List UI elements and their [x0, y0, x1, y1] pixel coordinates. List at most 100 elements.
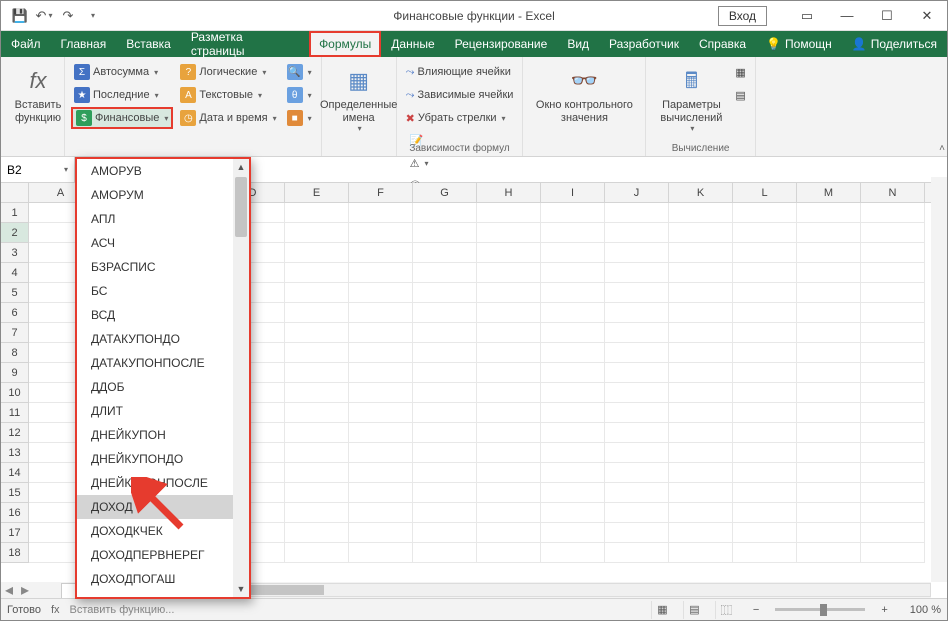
cell-E1[interactable]: [285, 203, 349, 223]
recent-button[interactable]: ★Последние▾: [71, 84, 173, 106]
cell-F13[interactable]: [349, 443, 413, 463]
cell-E17[interactable]: [285, 523, 349, 543]
row-header-14[interactable]: 14: [1, 463, 29, 483]
scroll-up-icon[interactable]: ▲: [233, 159, 249, 175]
cell-K14[interactable]: [669, 463, 733, 483]
cell-H14[interactable]: [477, 463, 541, 483]
cell-I1[interactable]: [541, 203, 605, 223]
cell-G5[interactable]: [413, 283, 477, 303]
row-header-9[interactable]: 9: [1, 363, 29, 383]
cell-G16[interactable]: [413, 503, 477, 523]
cell-E11[interactable]: [285, 403, 349, 423]
cell-E15[interactable]: [285, 483, 349, 503]
row-header-4[interactable]: 4: [1, 263, 29, 283]
col-header-L[interactable]: L: [733, 183, 797, 202]
undo-icon[interactable]: ↶▾: [33, 5, 55, 27]
cell-H17[interactable]: [477, 523, 541, 543]
cell-J5[interactable]: [605, 283, 669, 303]
cell-K18[interactable]: [669, 543, 733, 563]
cell-N12[interactable]: [861, 423, 925, 443]
cell-I15[interactable]: [541, 483, 605, 503]
cell-N4[interactable]: [861, 263, 925, 283]
scroll-thumb[interactable]: [235, 177, 247, 237]
cell-L5[interactable]: [733, 283, 797, 303]
insert-function-button[interactable]: fx Вставить функцию: [7, 61, 69, 128]
cell-N6[interactable]: [861, 303, 925, 323]
cell-G6[interactable]: [413, 303, 477, 323]
cell-J12[interactable]: [605, 423, 669, 443]
cell-J7[interactable]: [605, 323, 669, 343]
cell-K10[interactable]: [669, 383, 733, 403]
tab-help[interactable]: Справка: [689, 31, 756, 57]
financial-item-ДОХОДПЕРВНЕРЕГ[interactable]: ДОХОДПЕРВНЕРЕГ: [77, 543, 249, 567]
cell-H5[interactable]: [477, 283, 541, 303]
row-header-13[interactable]: 13: [1, 443, 29, 463]
zoom-in-icon[interactable]: +: [875, 604, 893, 616]
col-header-N[interactable]: N: [861, 183, 925, 202]
cell-L17[interactable]: [733, 523, 797, 543]
cell-G15[interactable]: [413, 483, 477, 503]
cell-J13[interactable]: [605, 443, 669, 463]
text-button[interactable]: AТекстовые▾: [177, 84, 279, 106]
cell-I3[interactable]: [541, 243, 605, 263]
cell-G10[interactable]: [413, 383, 477, 403]
cell-G1[interactable]: [413, 203, 477, 223]
cell-H4[interactable]: [477, 263, 541, 283]
col-header-E[interactable]: E: [285, 183, 349, 202]
calc-now-button[interactable]: ▦: [732, 61, 748, 83]
cell-G3[interactable]: [413, 243, 477, 263]
cell-E2[interactable]: [285, 223, 349, 243]
ribbon-options-icon[interactable]: ▭: [787, 1, 827, 31]
cell-I13[interactable]: [541, 443, 605, 463]
cell-E14[interactable]: [285, 463, 349, 483]
cell-L13[interactable]: [733, 443, 797, 463]
cell-H10[interactable]: [477, 383, 541, 403]
col-header-I[interactable]: I: [541, 183, 605, 202]
cell-L8[interactable]: [733, 343, 797, 363]
trace-dependents-button[interactable]: ⤳ Зависимые ячейки: [403, 84, 517, 106]
cell-H9[interactable]: [477, 363, 541, 383]
cell-G9[interactable]: [413, 363, 477, 383]
cell-G7[interactable]: [413, 323, 477, 343]
cell-F14[interactable]: [349, 463, 413, 483]
row-header-15[interactable]: 15: [1, 483, 29, 503]
cell-N15[interactable]: [861, 483, 925, 503]
cell-L1[interactable]: [733, 203, 797, 223]
cell-F1[interactable]: [349, 203, 413, 223]
cell-G17[interactable]: [413, 523, 477, 543]
financial-item-АМОРУМ[interactable]: АМОРУМ: [77, 183, 249, 207]
cell-M13[interactable]: [797, 443, 861, 463]
cell-H15[interactable]: [477, 483, 541, 503]
view-normal-icon[interactable]: ▦: [651, 601, 673, 619]
cell-H1[interactable]: [477, 203, 541, 223]
cell-J4[interactable]: [605, 263, 669, 283]
cell-M3[interactable]: [797, 243, 861, 263]
cell-K11[interactable]: [669, 403, 733, 423]
financial-button[interactable]: $Финансовые▾: [71, 107, 173, 129]
cell-H8[interactable]: [477, 343, 541, 363]
cell-M18[interactable]: [797, 543, 861, 563]
tab-home[interactable]: Главная: [51, 31, 117, 57]
financial-item-ДОХОДПОСЛНЕРЕГ[interactable]: ДОХОДПОСЛНЕРЕГ: [77, 591, 249, 599]
collapse-ribbon-icon[interactable]: ˄: [939, 143, 945, 154]
financial-item-ДОХОДКЧЕК[interactable]: ДОХОДКЧЕК: [77, 519, 249, 543]
cell-K5[interactable]: [669, 283, 733, 303]
row-header-6[interactable]: 6: [1, 303, 29, 323]
cell-L18[interactable]: [733, 543, 797, 563]
cell-J15[interactable]: [605, 483, 669, 503]
cell-N1[interactable]: [861, 203, 925, 223]
cell-M10[interactable]: [797, 383, 861, 403]
cell-F8[interactable]: [349, 343, 413, 363]
cell-G13[interactable]: [413, 443, 477, 463]
cell-N8[interactable]: [861, 343, 925, 363]
cell-M6[interactable]: [797, 303, 861, 323]
cell-J9[interactable]: [605, 363, 669, 383]
financial-item-ДДОБ[interactable]: ДДОБ: [77, 375, 249, 399]
cell-H3[interactable]: [477, 243, 541, 263]
cell-L12[interactable]: [733, 423, 797, 443]
cell-F9[interactable]: [349, 363, 413, 383]
cell-H2[interactable]: [477, 223, 541, 243]
name-box[interactable]: B2▾: [1, 157, 75, 182]
cell-F15[interactable]: [349, 483, 413, 503]
cell-F3[interactable]: [349, 243, 413, 263]
